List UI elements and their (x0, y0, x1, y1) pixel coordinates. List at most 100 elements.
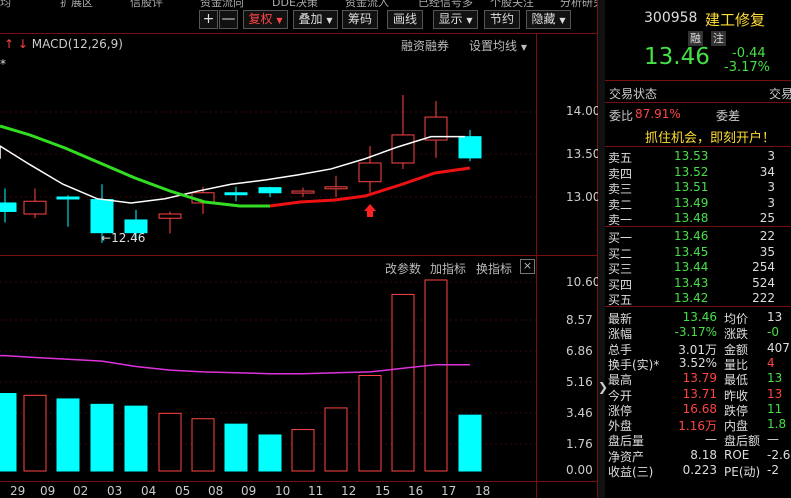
volume-bar (158, 412, 182, 472)
volume-bar (124, 405, 148, 472)
kline-chart[interactable] (0, 0, 536, 498)
date-label: 17 (441, 484, 457, 498)
candle-body (358, 162, 382, 183)
date-label: 08 (208, 484, 224, 498)
divider (605, 146, 791, 147)
candle-body (56, 196, 80, 200)
volume-bar (0, 393, 17, 472)
candle-body (224, 192, 248, 196)
level-label: 卖三 (608, 182, 633, 196)
candle-body (291, 190, 315, 194)
volume-bar (291, 429, 315, 472)
date-label: 03 (107, 484, 123, 498)
stat-value: 3.52% (678, 355, 717, 370)
status-label: 交易状态 (609, 87, 658, 101)
price-change: -0.44 (732, 46, 766, 61)
stat-value: -3.17% (674, 325, 717, 340)
level-label: 卖五 (608, 151, 633, 165)
date-label: 11 (308, 484, 324, 498)
status-value: 交易 (769, 87, 791, 101)
level-volume: 524 (752, 275, 775, 290)
panel-toggle-strip[interactable] (598, 0, 605, 498)
level-price: 13.48 (674, 211, 709, 225)
low-price-label: 12.46 (111, 231, 146, 245)
weibi-value: 87.91% (635, 107, 681, 121)
price-tick: 14.00 (566, 104, 601, 118)
volume-tick: 1.76 (566, 437, 593, 451)
volume-bar (56, 398, 80, 472)
divider (605, 80, 791, 81)
candle-body (258, 187, 282, 194)
candle-body (23, 200, 47, 215)
volume-tick: 6.86 (566, 344, 593, 358)
date-label: 05 (175, 484, 191, 498)
stock-code: 300958 (644, 10, 698, 26)
weibi-label: 委比 (609, 109, 634, 123)
date-label: 15 (375, 484, 391, 498)
candle-body (158, 213, 182, 219)
stat-value: — (705, 432, 717, 447)
level-label: 卖四 (608, 166, 633, 181)
price-change-pct: -3.17% (724, 60, 770, 75)
volume-tick: 10.60 (566, 275, 601, 289)
date-label: 02 (73, 484, 89, 498)
stat-value: 407 (767, 340, 790, 355)
axis-divider (536, 33, 537, 498)
price-tick: 13.00 (566, 190, 601, 204)
stock-name: 建工修复 (705, 11, 766, 29)
level-volume: 254 (752, 260, 775, 274)
open-account-text: 抓住机会，即刻开户！ (645, 131, 776, 146)
level-price: 13.46 (674, 229, 709, 243)
chevron-down-icon: ▼ (559, 16, 566, 25)
level-price: 13.44 (674, 260, 709, 274)
stat-label: 收益(三) (608, 465, 654, 479)
date-label: 16 (408, 484, 424, 498)
stat-value: -0 (767, 325, 779, 340)
level-label: 卖二 (608, 197, 633, 212)
volume-bar (191, 418, 215, 472)
level-price: 13.51 (674, 180, 709, 194)
weicha-label: 委差 (716, 109, 741, 123)
volume-tick: 0.00 (566, 463, 593, 477)
volume-bar (324, 407, 348, 472)
date-label: 12 (341, 484, 357, 498)
level-price: 13.42 (674, 291, 709, 305)
stat-value: 13 (767, 386, 783, 401)
registration-badge: 注 (711, 31, 726, 46)
candle-body (391, 134, 415, 164)
stat-value: 4 (767, 355, 775, 370)
stat-row: 收益(三) 0.223 PE(动) -2 (607, 463, 791, 481)
volume-bar (258, 434, 282, 472)
volume-tick: 5.16 (566, 375, 593, 389)
open-account-banner[interactable]: 抓住机会，即刻开户！ (605, 125, 791, 146)
candle-body (0, 202, 17, 212)
date-label: 04 (141, 484, 157, 498)
level-volume: 35 (759, 244, 775, 259)
date-label: 29 (10, 484, 26, 498)
level-volume: 34 (759, 164, 775, 179)
level-volume: 3 (767, 180, 775, 194)
stat-value: 13.46 (682, 310, 717, 324)
date-label: 09 (241, 484, 257, 498)
stat-value: -2.6 (767, 447, 791, 462)
level-volume: 3 (767, 149, 775, 163)
volume-bar (458, 414, 482, 472)
stat-value: -2 (767, 463, 779, 477)
signal-arrow-icon (364, 204, 376, 217)
volume-tick: 3.46 (566, 406, 593, 420)
stat-value: — (767, 432, 779, 447)
level-label: 买一 (608, 231, 633, 245)
stat-value: 13.79 (682, 371, 717, 386)
candle-body (90, 199, 114, 234)
level-label: 买四 (608, 277, 633, 292)
stat-value: 11 (767, 401, 783, 416)
level-price: 13.43 (674, 275, 709, 290)
divider (605, 306, 791, 307)
stat-value: 13.71 (682, 386, 717, 401)
stat-label: ROE (724, 447, 750, 462)
level-volume: 3 (767, 195, 775, 210)
stat-value: 16.68 (682, 401, 717, 416)
stat-value: 13 (767, 310, 783, 324)
stat-value: 1.8 (767, 417, 787, 432)
volume-bar (23, 394, 47, 472)
